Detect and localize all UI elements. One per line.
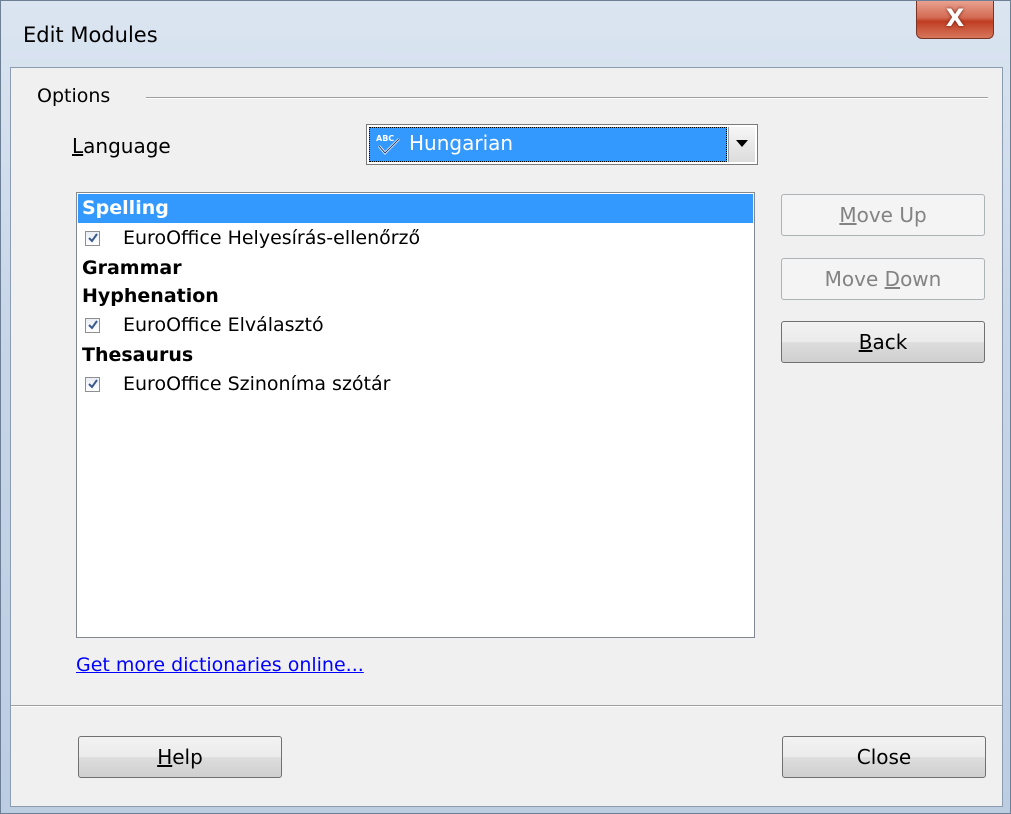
help-label-post: elp — [172, 745, 203, 769]
check-icon — [88, 233, 98, 243]
window-close-button[interactable]: X — [916, 1, 994, 39]
window-title: Edit Modules — [23, 23, 158, 47]
list-item-hyphenation-module[interactable]: EuroOffice Elválasztó — [78, 311, 753, 340]
list-header-spelling[interactable]: Spelling — [78, 194, 753, 223]
move-down-button[interactable]: Move Down — [781, 258, 985, 300]
list-header-grammar[interactable]: Grammar — [78, 254, 753, 283]
close-button[interactable]: Close — [782, 736, 986, 778]
check-icon — [88, 320, 98, 330]
list-header-thesaurus[interactable]: Thesaurus — [78, 341, 753, 370]
language-select[interactable]: ABC Hungarian — [366, 124, 758, 165]
move-up-button[interactable]: Move Up — [781, 194, 985, 236]
language-label: Language — [72, 134, 171, 158]
back-button[interactable]: Back — [781, 321, 985, 363]
chevron-down-icon[interactable] — [728, 127, 755, 162]
checkbox-spelling-module[interactable] — [85, 231, 100, 246]
spellcheck-abc-icon: ABC — [375, 132, 403, 156]
check-icon — [88, 379, 98, 389]
title-bar[interactable]: Edit Modules X — [1, 1, 1010, 53]
move-down-accesskey: D — [884, 267, 901, 291]
move-up-accesskey: M — [839, 203, 857, 227]
language-select-value-area: ABC Hungarian — [369, 127, 727, 162]
move-up-label-post: ove Up — [856, 203, 927, 227]
modules-list[interactable]: Spelling EuroOffice Helyesírás-ellenőrző… — [76, 192, 755, 638]
list-item-thesaurus-module[interactable]: EuroOffice Szinoníma szótár — [78, 370, 753, 399]
move-down-label-pre: Move — [824, 267, 885, 291]
back-accesskey: B — [858, 330, 873, 354]
list-item-label: EuroOffice Helyesírás-ellenőrző — [123, 227, 421, 249]
back-label-post: ack — [872, 330, 908, 354]
language-select-value: Hungarian — [409, 131, 514, 155]
help-accesskey: H — [157, 745, 173, 769]
options-group-divider — [146, 97, 988, 98]
list-item-spelling-module[interactable]: EuroOffice Helyesírás-ellenőrző — [78, 224, 753, 253]
move-down-label-post: own — [900, 267, 942, 291]
checkbox-hyphenation-module[interactable] — [85, 318, 100, 333]
list-header-hyphenation[interactable]: Hyphenation — [78, 282, 753, 311]
language-label-rest: anguage — [83, 134, 171, 158]
edit-modules-dialog: Edit Modules X Options Language ABC Hung… — [0, 0, 1011, 814]
checkbox-thesaurus-module[interactable] — [85, 377, 100, 392]
get-more-dictionaries-link[interactable]: Get more dictionaries online... — [76, 654, 364, 676]
help-button[interactable]: Help — [78, 736, 282, 778]
language-label-accesskey: L — [72, 134, 84, 158]
list-item-label: EuroOffice Elválasztó — [123, 314, 324, 336]
dialog-body: Options Language ABC Hungarian Spelling — [10, 67, 1003, 807]
footer-separator — [11, 705, 1002, 706]
list-item-label: EuroOffice Szinoníma szótár — [123, 373, 391, 395]
options-group-label: Options — [37, 85, 121, 107]
svg-text:ABC: ABC — [376, 134, 394, 143]
